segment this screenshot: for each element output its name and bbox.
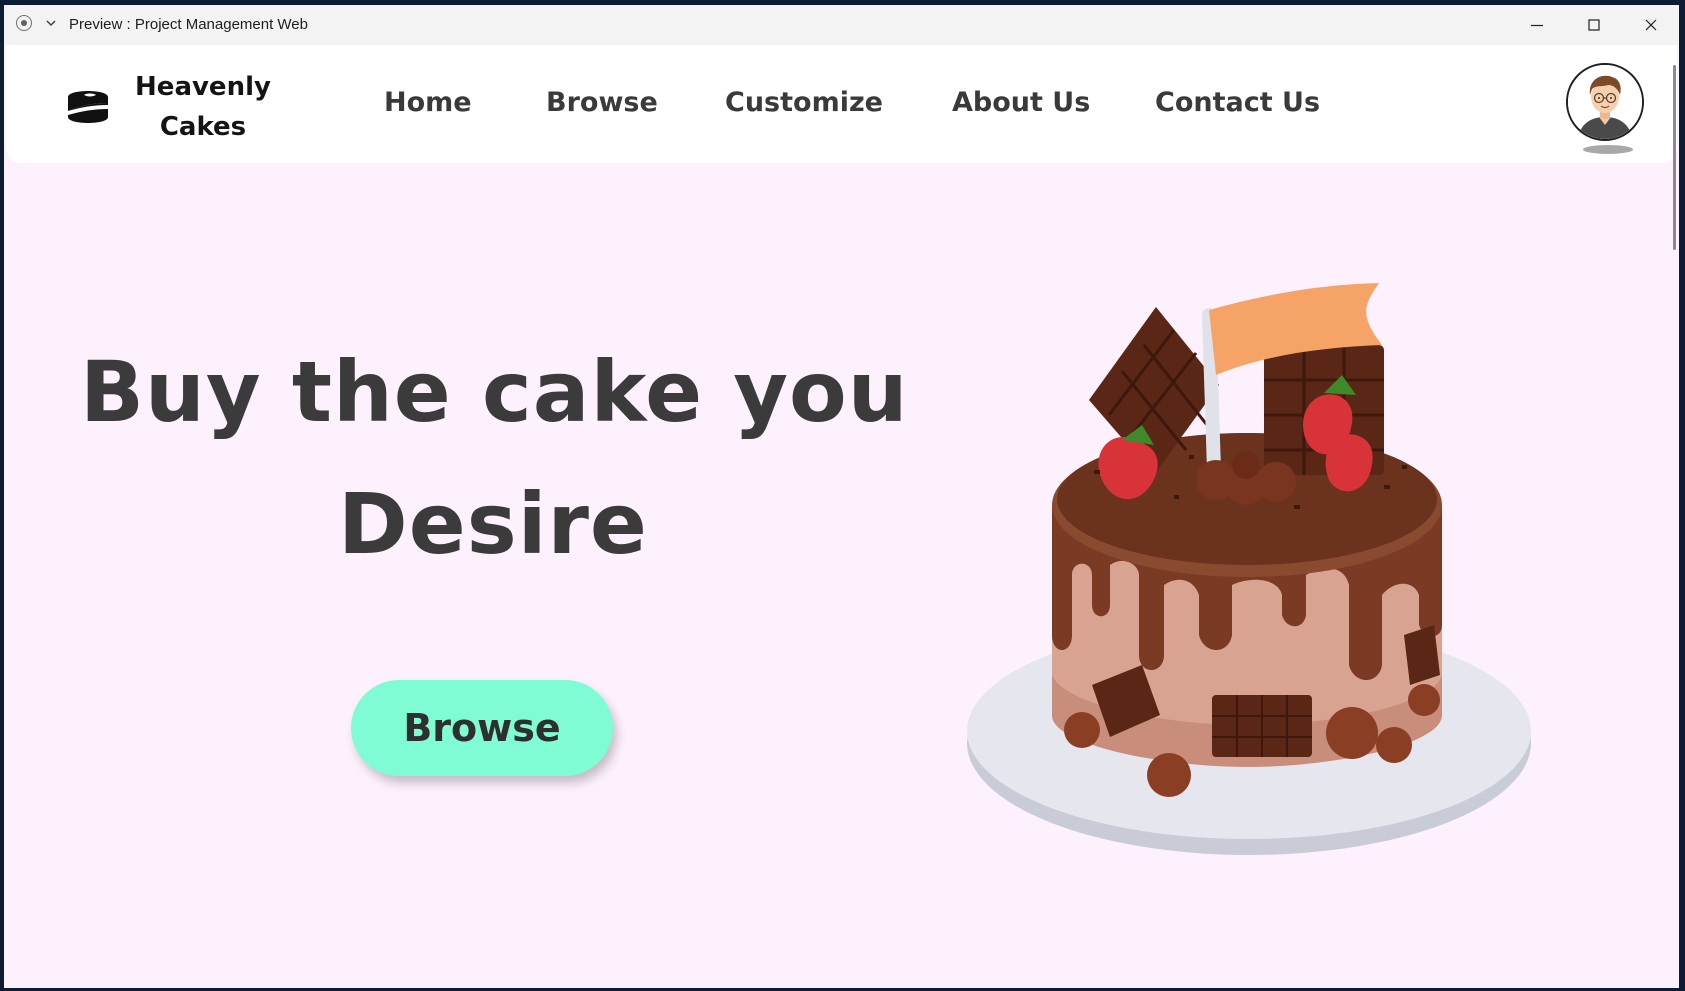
- top-navbar: Heavenly Cakes Home Browse Customize Abo…: [6, 45, 1677, 163]
- brand-name[interactable]: Heavenly Cakes: [128, 67, 278, 147]
- nav-about-us-link[interactable]: About Us: [952, 87, 1090, 118]
- avatar-illustration: [1568, 65, 1642, 139]
- minimize-icon[interactable]: [1525, 13, 1549, 37]
- close-icon[interactable]: [1639, 13, 1663, 37]
- hero-headline-line-2: Desire: [338, 475, 648, 573]
- browse-button[interactable]: Browse: [351, 680, 613, 776]
- chocolate-cake-illustration: [967, 283, 1531, 855]
- nav-browse-link[interactable]: Browse: [546, 87, 658, 118]
- window-title: Preview : Project Management Web: [69, 16, 308, 33]
- maximize-icon[interactable]: [1582, 13, 1606, 37]
- app-window: Preview : Project Management Web Heavenl…: [4, 5, 1679, 988]
- vertical-scrollbar[interactable]: [1673, 65, 1676, 250]
- nav-home-link[interactable]: Home: [384, 87, 472, 118]
- nav-customize-link[interactable]: Customize: [725, 87, 883, 118]
- cake-logo-icon[interactable]: [64, 83, 112, 131]
- chevron-down-icon[interactable]: [44, 16, 58, 30]
- record-icon[interactable]: [16, 15, 32, 31]
- user-avatar-icon[interactable]: [1566, 63, 1644, 141]
- avatar-shadow: [1583, 145, 1633, 154]
- brand-line-2: Cakes: [159, 112, 247, 142]
- brand-line-1: Heavenly: [135, 72, 271, 102]
- nav-contact-us-link[interactable]: Contact Us: [1155, 87, 1320, 118]
- title-bar: Preview : Project Management Web: [4, 5, 1679, 45]
- hero-headline-line-1: Buy the cake you: [80, 343, 909, 441]
